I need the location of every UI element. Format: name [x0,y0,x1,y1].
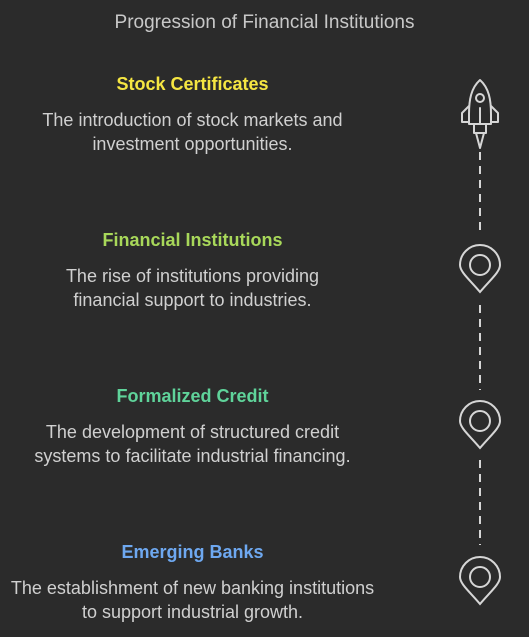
location-pin-icon [458,244,502,294]
location-pin-icon [458,400,502,450]
location-pin-icon [458,556,502,606]
rocket-icon [461,79,499,149]
timeline-graphic [458,79,502,606]
